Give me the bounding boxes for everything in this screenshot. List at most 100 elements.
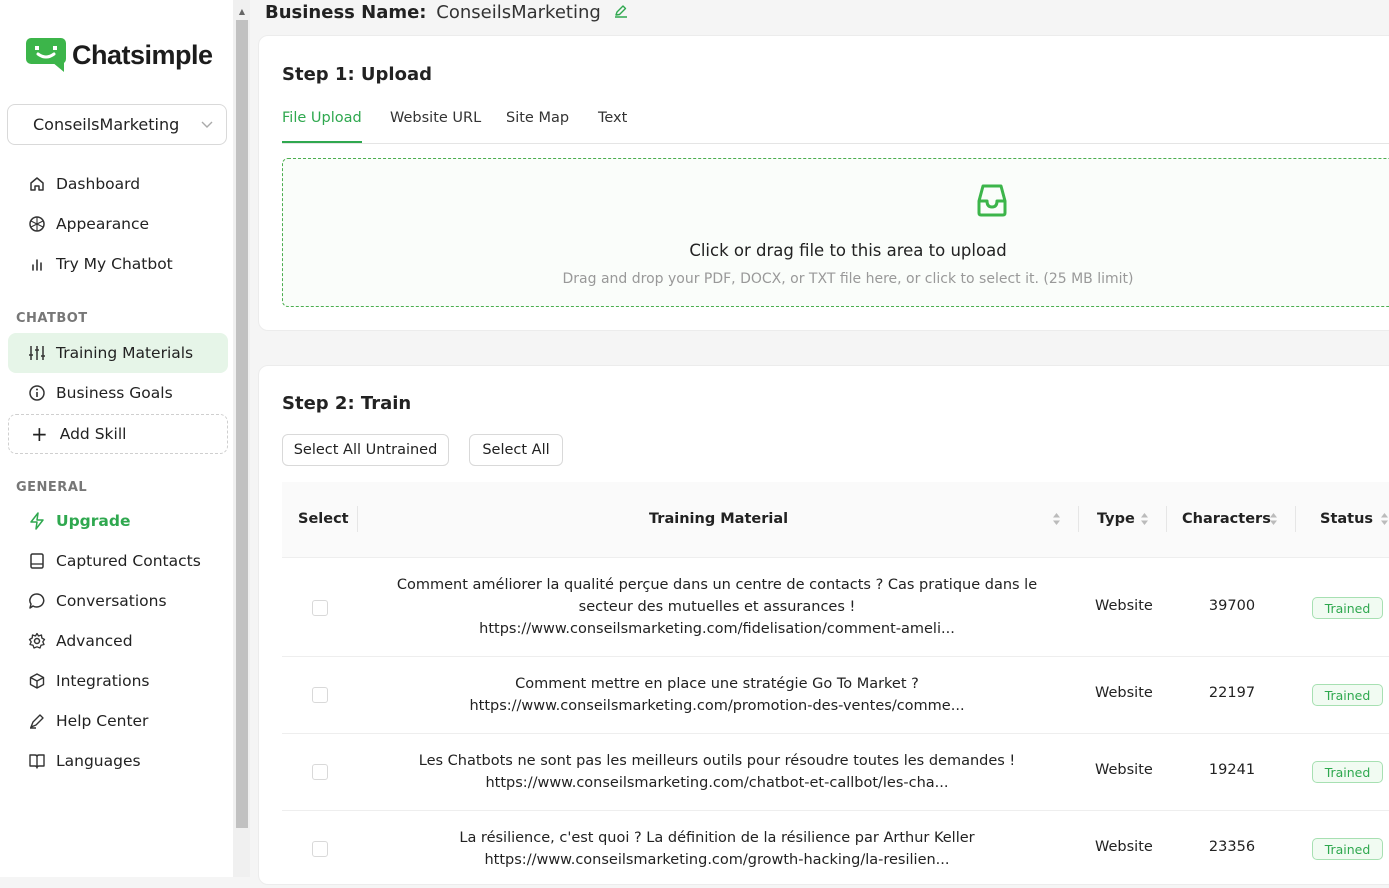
tab-site-map[interactable]: Site Map bbox=[506, 110, 569, 143]
upload-card: Step 1: Upload File Upload Website URL S… bbox=[258, 35, 1389, 331]
training-material-cell: La résilience, c'est quoi ? La définitio… bbox=[372, 827, 1062, 871]
table-row[interactable]: Comment mettre en place une stratégie Go… bbox=[282, 657, 1389, 734]
column-divider bbox=[1166, 506, 1167, 532]
scrollbar-thumb[interactable] bbox=[236, 20, 248, 828]
business-name-label: Business Name: bbox=[265, 2, 427, 23]
row-checkbox[interactable] bbox=[312, 764, 328, 780]
brand-logo[interactable]: Chatsimple bbox=[26, 38, 213, 72]
column-divider bbox=[1295, 506, 1296, 532]
nav-item-label: Help Center bbox=[56, 712, 149, 730]
training-material-url[interactable]: https://www.conseilsmarketing.com/fideli… bbox=[372, 618, 1062, 640]
training-material-url[interactable]: https://www.conseilsmarketing.com/growth… bbox=[372, 849, 1062, 871]
row-checkbox[interactable] bbox=[312, 841, 328, 857]
edit-pencil-icon[interactable] bbox=[613, 3, 629, 19]
training-material-title: Comment mettre en place une stratégie Go… bbox=[515, 676, 919, 692]
nav-item-dashboard[interactable]: Dashboard bbox=[8, 164, 228, 204]
business-name-header: Business Name: ConseilsMarketing bbox=[265, 2, 629, 23]
column-divider bbox=[1078, 506, 1079, 532]
type-cell: Website bbox=[1095, 598, 1153, 614]
table-row[interactable]: La résilience, c'est quoi ? La définitio… bbox=[282, 811, 1389, 888]
nav-item-training-materials[interactable]: Training Materials bbox=[8, 333, 228, 373]
type-cell: Website bbox=[1095, 685, 1153, 701]
nav-item-label: Dashboard bbox=[56, 175, 141, 193]
chatsimple-logo-icon bbox=[26, 38, 66, 72]
nav-item-appearance[interactable]: Appearance bbox=[8, 204, 228, 244]
palette-icon bbox=[28, 215, 46, 233]
pen-icon bbox=[28, 712, 46, 730]
home-icon bbox=[28, 175, 46, 193]
nav-item-label: Captured Contacts bbox=[56, 552, 201, 570]
sliders-icon bbox=[28, 344, 46, 362]
training-material-cell: Comment améliorer la qualité perçue dans… bbox=[372, 574, 1062, 640]
status-badge: Trained bbox=[1312, 761, 1383, 783]
add-skill-label: Add Skill bbox=[59, 425, 127, 443]
business-selector[interactable]: ConseilsMarketing bbox=[7, 104, 227, 145]
nav-item-label: Integrations bbox=[56, 672, 150, 690]
sort-icon[interactable] bbox=[1380, 512, 1389, 526]
nav-item-label: Conversations bbox=[56, 592, 167, 610]
train-card: Step 2: Train Select All Untrained Selec… bbox=[258, 365, 1389, 885]
table-row[interactable]: Les Chatbots ne sont pas les meilleurs o… bbox=[282, 734, 1389, 811]
step2-title: Step 2: Train bbox=[282, 393, 412, 414]
sort-icon[interactable] bbox=[1052, 512, 1061, 526]
cube-icon bbox=[28, 672, 46, 690]
training-material-title: Comment améliorer la qualité perçue dans… bbox=[396, 577, 1038, 615]
sort-icon[interactable] bbox=[1269, 512, 1278, 526]
column-header-training-material[interactable]: Training Material bbox=[649, 511, 788, 527]
status-badge: Trained bbox=[1312, 597, 1383, 619]
inbox-upload-icon bbox=[977, 184, 1007, 217]
column-header-characters[interactable]: Characters bbox=[1182, 511, 1271, 527]
tab-text[interactable]: Text bbox=[598, 110, 627, 143]
business-name-value: ConseilsMarketing bbox=[436, 2, 601, 23]
section-label-general: GENERAL bbox=[16, 480, 88, 495]
training-material-cell: Les Chatbots ne sont pas les meilleurs o… bbox=[372, 750, 1062, 794]
section-label-chatbot: CHATBOT bbox=[16, 311, 88, 326]
tab-file-upload[interactable]: File Upload bbox=[282, 110, 362, 143]
training-material-title: Les Chatbots ne sont pas les meilleurs o… bbox=[418, 753, 1016, 769]
nav-item-conversations[interactable]: Conversations bbox=[8, 581, 228, 621]
add-skill-button[interactable]: + Add Skill bbox=[8, 414, 228, 454]
column-header-status[interactable]: Status bbox=[1320, 511, 1373, 527]
table-row[interactable]: Comment améliorer la qualité perçue dans… bbox=[282, 558, 1389, 657]
bolt-icon bbox=[28, 512, 46, 530]
info-icon bbox=[28, 384, 46, 402]
nav-item-label: Upgrade bbox=[56, 512, 131, 530]
select-all-untrained-button[interactable]: Select All Untrained bbox=[282, 434, 449, 466]
status-badge: Trained bbox=[1312, 684, 1383, 706]
nav-item-label: Advanced bbox=[56, 632, 133, 650]
gear-icon bbox=[28, 632, 46, 650]
column-header-type[interactable]: Type bbox=[1097, 511, 1135, 527]
sort-icon[interactable] bbox=[1140, 512, 1149, 526]
nav-item-label: Languages bbox=[56, 752, 141, 770]
file-dropzone[interactable]: Click or drag file to this area to uploa… bbox=[282, 158, 1389, 307]
column-header-select: Select bbox=[298, 511, 349, 527]
dropzone-title: Click or drag file to this area to uploa… bbox=[689, 241, 1007, 260]
chat-bubble-icon bbox=[28, 592, 46, 610]
business-selector-value: ConseilsMarketing bbox=[33, 115, 180, 134]
characters-cell: 19241 bbox=[1208, 762, 1256, 778]
chevron-down-icon bbox=[201, 121, 213, 128]
nav-item-advanced[interactable]: Advanced bbox=[8, 621, 228, 661]
nav-item-label: Appearance bbox=[56, 215, 150, 233]
row-checkbox[interactable] bbox=[312, 687, 328, 703]
book-open-icon bbox=[28, 752, 46, 770]
upload-tabs: File Upload Website URL Site Map Text bbox=[282, 110, 1389, 144]
characters-cell: 22197 bbox=[1208, 685, 1256, 701]
nav-item-help-center[interactable]: Help Center bbox=[8, 701, 228, 741]
nav-item-captured-contacts[interactable]: Captured Contacts bbox=[8, 541, 228, 581]
select-all-button[interactable]: Select All bbox=[469, 434, 563, 466]
tab-website-url[interactable]: Website URL bbox=[390, 110, 481, 143]
training-material-url[interactable]: https://www.conseilsmarketing.com/chatbo… bbox=[372, 772, 1062, 794]
row-checkbox[interactable] bbox=[312, 600, 328, 616]
nav-item-integrations[interactable]: Integrations bbox=[8, 661, 228, 701]
table-header: Select Training Material Type Characters… bbox=[282, 482, 1389, 558]
nav-item-label: Training Materials bbox=[56, 344, 194, 362]
training-material-cell: Comment mettre en place une stratégie Go… bbox=[372, 673, 1062, 717]
brand-name: Chatsimple bbox=[72, 39, 213, 70]
nav-item-business-goals[interactable]: Business Goals bbox=[8, 373, 228, 413]
nav-item-languages[interactable]: Languages bbox=[8, 741, 228, 781]
training-material-url[interactable]: https://www.conseilsmarketing.com/promot… bbox=[372, 695, 1062, 717]
step1-title: Step 1: Upload bbox=[282, 64, 432, 85]
scroll-up-arrow-icon[interactable]: ▲ bbox=[236, 6, 248, 18]
nav-item-upgrade[interactable]: Upgrade bbox=[8, 501, 228, 541]
